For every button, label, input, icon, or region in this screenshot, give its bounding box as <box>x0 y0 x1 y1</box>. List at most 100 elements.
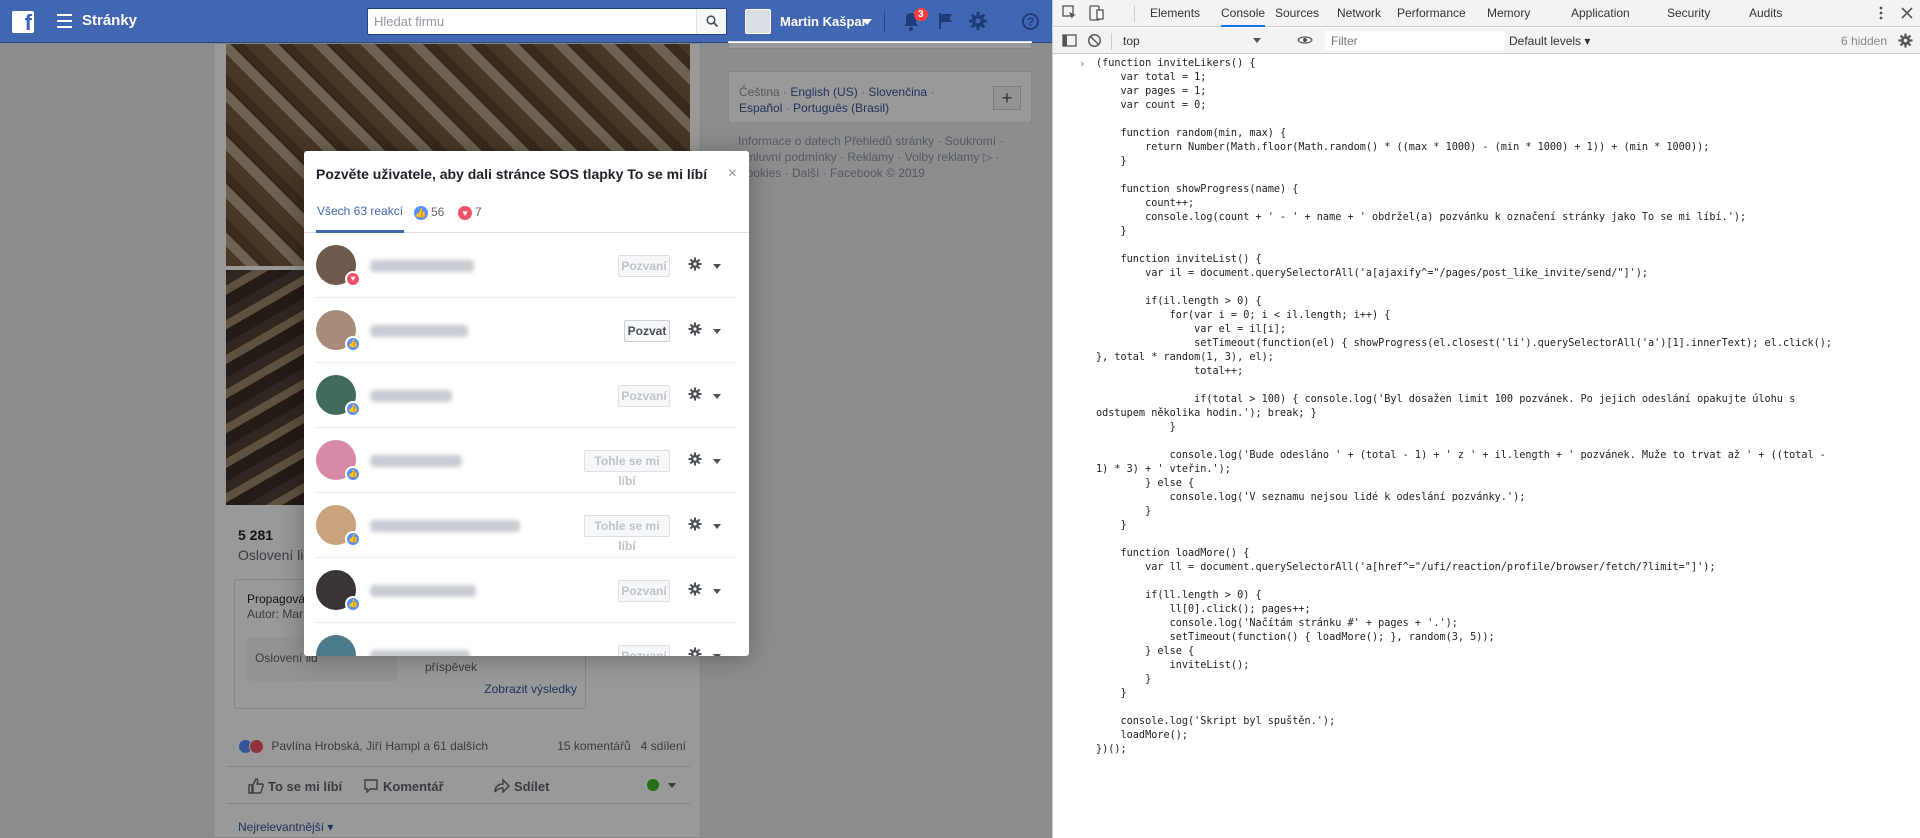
tab-console[interactable]: Console <box>1221 6 1266 27</box>
code-line: var il = document.querySelectorAll('a[aj… <box>1053 267 1920 281</box>
console-input[interactable]: › (function inviteLikers() { var total = … <box>1053 55 1920 757</box>
code-text: } <box>1096 226 1127 237</box>
tab-memory[interactable]: Memory <box>1487 6 1530 20</box>
gear-icon[interactable] <box>688 582 702 596</box>
reactor-name-blurred[interactable] <box>370 585 476 597</box>
code-line: console.log('Bude odesláno ' + (total - … <box>1053 449 1920 463</box>
close-icon[interactable] <box>1899 5 1915 21</box>
reactor-row: 👍 Pozvat <box>316 298 737 363</box>
help-icon[interactable]: ? <box>1022 13 1039 30</box>
gear-icon[interactable] <box>688 322 702 336</box>
context-selector[interactable]: top <box>1117 31 1267 50</box>
code-text: function inviteList() { <box>1096 254 1262 265</box>
code-line: } <box>1053 673 1920 687</box>
code-line: function loadMore() { <box>1053 547 1920 561</box>
code-line: function inviteList() { <box>1053 253 1920 267</box>
pages-link[interactable]: Stránky <box>82 12 137 29</box>
gear-icon[interactable] <box>688 387 702 401</box>
gear-icon[interactable] <box>688 452 702 466</box>
more-icon[interactable] <box>1873 5 1889 21</box>
filter-input[interactable] <box>1325 31 1505 50</box>
tab-loves[interactable]: ♥ 7 <box>458 205 482 220</box>
sidebar-toggle-icon[interactable] <box>1062 33 1077 48</box>
code-text: }, total * random(1, 3), el); <box>1096 352 1274 363</box>
tab-likes[interactable]: 👍 56 <box>414 205 444 220</box>
gear-icon[interactable] <box>968 11 988 31</box>
facebook-logo-icon[interactable]: f <box>12 11 34 33</box>
code-text: var el = il[i]; <box>1096 324 1287 335</box>
gear-icon[interactable] <box>688 257 702 271</box>
love-count: 7 <box>475 205 482 219</box>
code-text: if(ll.length > 0) { <box>1096 590 1262 601</box>
log-levels-dropdown[interactable]: Default levels ▾ <box>1509 34 1590 48</box>
reactor-name-blurred[interactable] <box>370 325 468 337</box>
tab-security[interactable]: Security <box>1667 6 1710 20</box>
close-icon[interactable]: × <box>728 165 737 183</box>
chevron-down-icon[interactable] <box>713 459 721 464</box>
chevron-down-icon[interactable] <box>713 264 721 269</box>
chevron-down-icon[interactable] <box>713 654 721 656</box>
code-line: } <box>1053 421 1920 435</box>
code-text: } <box>1096 156 1127 167</box>
tab-sources[interactable]: Sources <box>1275 6 1319 20</box>
menu-icon[interactable] <box>57 14 72 29</box>
divider <box>884 11 885 32</box>
code-line: setTimeout(function() { loadMore(); }, r… <box>1053 631 1920 645</box>
tab-all-reactions[interactable]: Všech 63 reakcí <box>316 193 405 233</box>
invite-status: Pozvaní <box>618 580 670 602</box>
tab-audits[interactable]: Audits <box>1749 6 1782 20</box>
code-line: console.log('Skript byl spuštěn.'); <box>1053 715 1920 729</box>
tab-application[interactable]: Application <box>1571 6 1630 20</box>
gear-icon[interactable] <box>1898 33 1913 48</box>
code-line: } else { <box>1053 477 1920 491</box>
tab-elements[interactable]: Elements <box>1150 6 1200 20</box>
clear-console-icon[interactable] <box>1087 33 1102 48</box>
code-text: setTimeout(function(el) { showProgress(e… <box>1096 338 1833 349</box>
code-line: var el = il[i]; <box>1053 323 1920 337</box>
device-toggle-icon[interactable] <box>1088 5 1104 21</box>
code-line: inviteList(); <box>1053 659 1920 673</box>
love-icon: ♥ <box>458 205 472 220</box>
reactor-row: 👍Pozvaní <box>316 623 737 656</box>
flag-icon[interactable] <box>938 12 954 30</box>
user-avatar[interactable] <box>745 9 771 34</box>
devtools-tab-bar: Elements Console Sources Network Performance… <box>1053 0 1920 27</box>
notification-badge: 3 <box>914 8 928 21</box>
tab-performance[interactable]: Performance <box>1397 6 1466 20</box>
code-line: }, total * random(1, 3), el); <box>1053 351 1920 365</box>
chevron-down-icon[interactable] <box>713 524 721 529</box>
reactor-name-blurred[interactable] <box>370 390 452 402</box>
console-toolbar: top Default levels ▾ 6 hidden <box>1053 28 1920 54</box>
code-line: function random(min, max) { <box>1053 127 1920 141</box>
code-text: loadMore(); <box>1096 730 1189 741</box>
avatar[interactable] <box>316 635 356 656</box>
inspect-icon[interactable] <box>1062 5 1078 21</box>
invite-status: Pozvaní <box>618 645 670 656</box>
tab-network[interactable]: Network <box>1337 6 1381 20</box>
code-line: function showProgress(name) { <box>1053 183 1920 197</box>
like-icon: 👍 <box>345 336 361 352</box>
code-text: if(il.length > 0) { <box>1096 296 1262 307</box>
chevron-down-icon[interactable] <box>713 329 721 334</box>
chevron-down-icon[interactable] <box>713 589 721 594</box>
chevron-down-icon[interactable] <box>713 394 721 399</box>
reactor-name-blurred[interactable] <box>370 260 474 272</box>
reactor-name-blurred[interactable] <box>370 455 462 467</box>
search-input[interactable] <box>374 13 674 30</box>
reactor-name-blurred[interactable] <box>370 520 520 532</box>
reactor-name-blurred[interactable] <box>370 650 470 656</box>
code-line: › (function inviteLikers() { <box>1053 57 1920 71</box>
eye-icon[interactable] <box>1297 34 1313 46</box>
gear-icon[interactable] <box>688 517 702 531</box>
invite-button[interactable]: Pozvat <box>624 320 670 342</box>
user-name[interactable]: Martin Kašpar <box>780 14 867 29</box>
search-button[interactable] <box>696 9 726 34</box>
code-text: } <box>1096 506 1152 517</box>
chevron-down-icon[interactable] <box>862 19 872 25</box>
like-icon: 👍 <box>345 401 361 417</box>
code-line: var total = 1; <box>1053 71 1920 85</box>
code-text: } <box>1096 688 1127 699</box>
gear-icon[interactable] <box>688 647 702 656</box>
code-text: total++; <box>1096 366 1244 377</box>
